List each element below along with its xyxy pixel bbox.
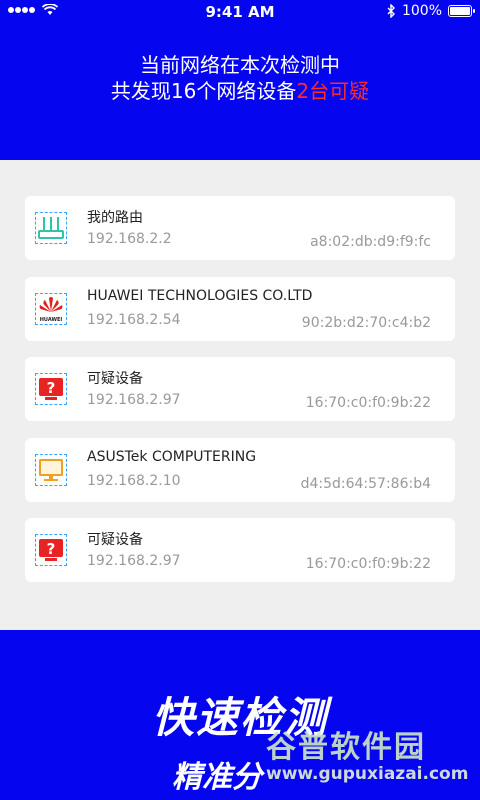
device-ip: 192.168.2.97 [87,392,181,408]
svg-text:?: ? [47,540,56,558]
huawei-logo-icon: HUAWEI [35,293,67,325]
summary-line-1: 当前网络在本次检测中 [140,53,340,77]
status-bar: 9:41 AM 100% [0,0,480,24]
router-icon [35,212,67,244]
device-name: HUAWEI TECHNOLOGIES CO.LTD [87,288,313,304]
svg-text:HUAWEI: HUAWEI [40,317,63,323]
device-name: ASUSTek COMPUTERING [87,449,257,465]
device-mac: a8:02:db:d9:f9:fc [310,234,431,250]
device-card[interactable]: ? 可疑设备 192.168.2.97 16:70:c0:f0:9b:22 [25,357,455,421]
battery-percent: 100% [401,3,442,19]
device-ip: 192.168.2.2 [87,231,172,247]
summary-line-2: 共发现16个网络设备2台可疑 [110,79,370,103]
device-name: 我的路由 [87,210,143,226]
device-ip: 192.168.2.97 [87,553,181,569]
device-mac: 16:70:c0:f0:9b:22 [305,395,431,411]
watermark-url: www.gupuxiazai.com [266,764,469,784]
suspicious-count: 2台可疑 [296,79,370,103]
status-right-group: 100% [387,3,475,19]
device-mac: 16:70:c0:f0:9b:22 [305,556,431,572]
svg-text:?: ? [47,379,56,397]
device-name: 可疑设备 [87,371,143,387]
battery-icon [448,5,475,17]
suspicious-device-icon: ? [35,534,67,566]
monitor-icon [35,454,67,486]
slogan-secondary: 精准分 [172,760,262,795]
device-card[interactable]: ASUSTek COMPUTERING 192.168.2.10 d4:5d:6… [25,438,455,502]
watermark-title: 谷普软件园 [266,730,426,765]
header-banner: 9:41 AM 100% 当前网络在本次检测中 共发现16个网络设备2台可疑 [0,0,480,160]
device-card[interactable]: HUAWEI HUAWEI TECHNOLOGIES CO.LTD 192.16… [25,277,455,341]
device-card[interactable]: 我的路由 192.168.2.2 a8:02:db:d9:f9:fc [25,196,455,260]
watermark: 谷普软件园 www.gupuxiazai.com [262,722,480,800]
device-ip: 192.168.2.10 [87,473,181,489]
suspicious-device-icon: ? [35,373,67,405]
device-name: 可疑设备 [87,532,143,548]
scan-summary: 当前网络在本次检测中 共发现16个网络设备2台可疑 [0,52,480,104]
device-mac: 90:2b:d2:70:c4:b2 [301,315,431,331]
device-mac: d4:5d:64:57:86:b4 [300,476,431,492]
bluetooth-icon [387,4,395,18]
device-card[interactable]: ? 可疑设备 192.168.2.97 16:70:c0:f0:9b:22 [25,518,455,582]
device-ip: 192.168.2.54 [87,312,181,328]
